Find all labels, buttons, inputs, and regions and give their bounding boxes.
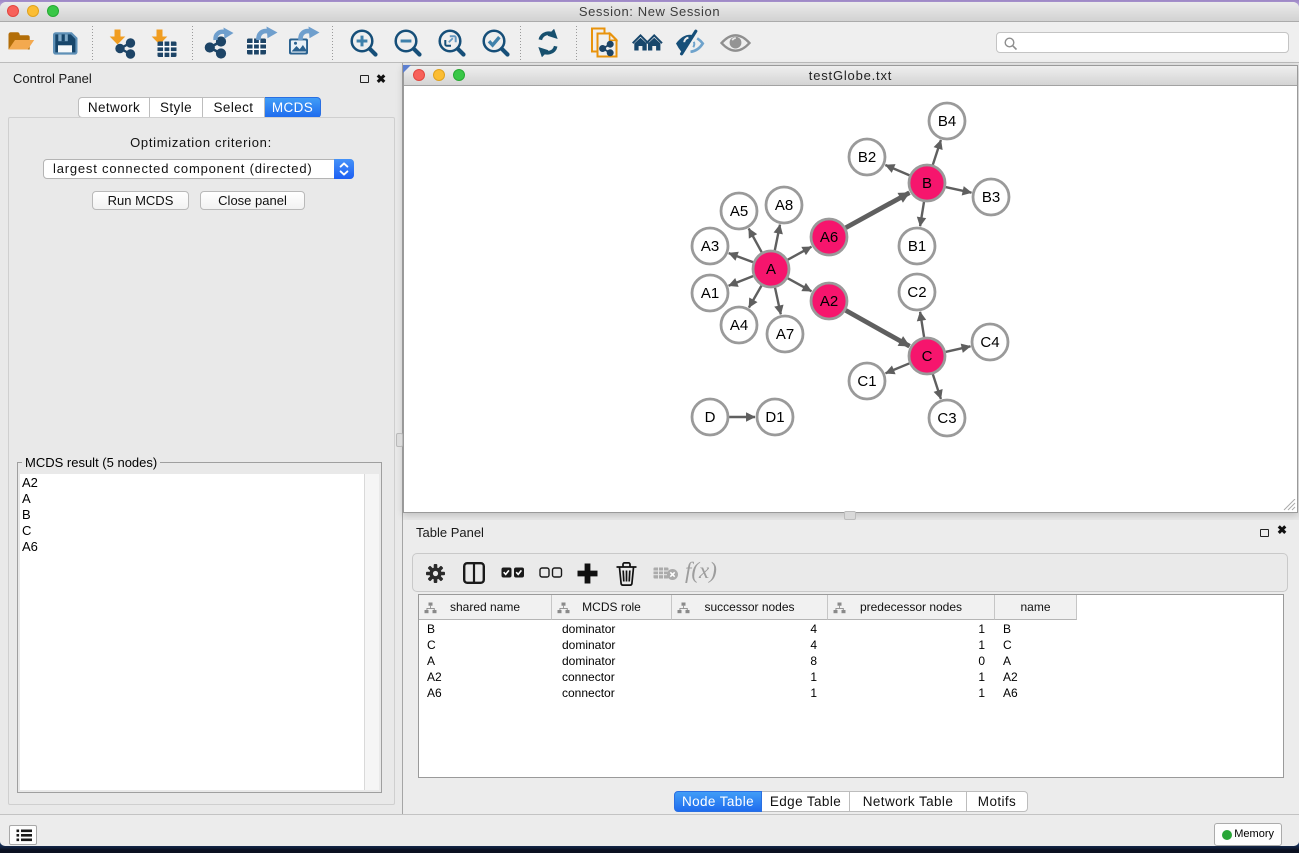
svg-text:B2: B2 (858, 149, 876, 166)
svg-text:A: A (766, 261, 776, 278)
svg-text:C1: C1 (857, 373, 876, 390)
svg-text:A1: A1 (701, 285, 719, 302)
svg-text:B: B (922, 175, 932, 192)
svg-text:C3: C3 (937, 410, 956, 427)
svg-text:B4: B4 (938, 113, 956, 130)
svg-text:D1: D1 (765, 409, 784, 426)
svg-text:A6: A6 (820, 229, 838, 246)
svg-text:A8: A8 (775, 197, 793, 214)
svg-text:B1: B1 (908, 238, 926, 255)
svg-text:D: D (705, 409, 716, 426)
svg-text:A7: A7 (776, 326, 794, 343)
svg-text:C2: C2 (907, 284, 926, 301)
svg-text:B3: B3 (982, 189, 1000, 206)
svg-text:A3: A3 (701, 238, 719, 255)
svg-text:A5: A5 (730, 203, 748, 220)
svg-text:A4: A4 (730, 317, 748, 334)
svg-text:C4: C4 (980, 334, 999, 351)
svg-text:C: C (922, 348, 933, 365)
svg-text:A2: A2 (820, 293, 838, 310)
